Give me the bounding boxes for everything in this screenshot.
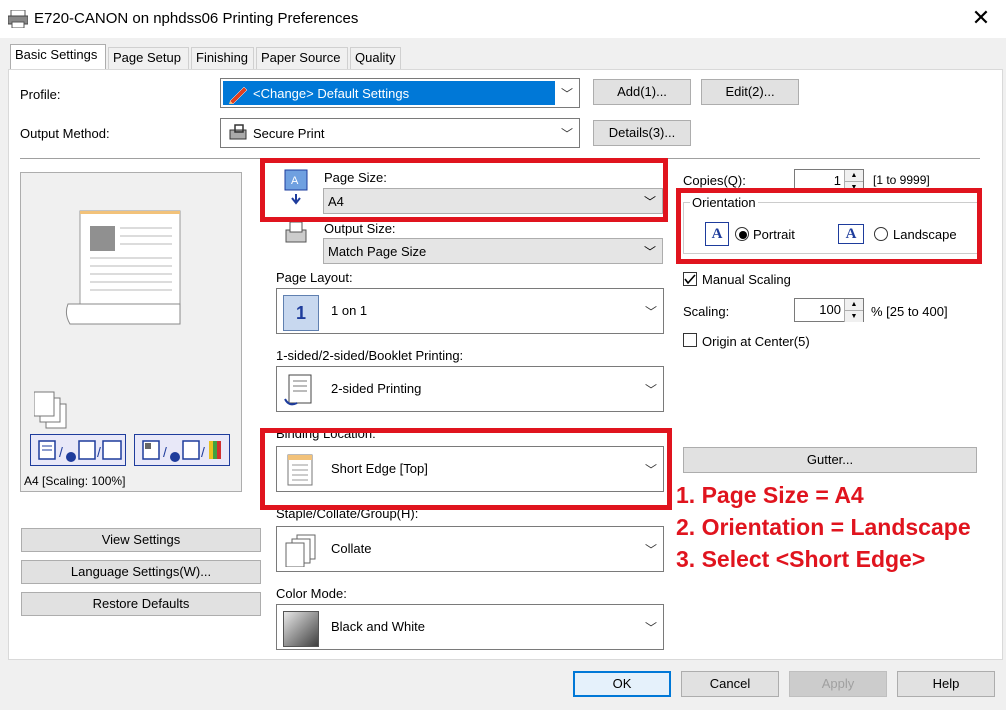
- page-preview-image: [65, 210, 181, 325]
- output-method-details-button[interactable]: Details(3)...: [593, 120, 691, 146]
- spin-up-icon[interactable]: ▲: [844, 170, 863, 181]
- scaling-stepper[interactable]: 100 ▲ ▼: [794, 298, 864, 322]
- gutter-button[interactable]: Gutter...: [683, 447, 977, 473]
- page-layout-icon: 1: [283, 295, 319, 331]
- ok-button[interactable]: OK: [573, 671, 671, 697]
- output-size-value: Match Page Size: [328, 244, 427, 259]
- scaling-range: % [25 to 400]: [871, 304, 948, 319]
- svg-text:/: /: [59, 444, 63, 460]
- sided-printing-value: 2-sided Printing: [331, 381, 422, 396]
- preview-status: A4 [Scaling: 100%]: [24, 474, 126, 488]
- collate-icon: [285, 534, 316, 567]
- two-sided-printing-icon: [284, 374, 312, 406]
- printer-icon: [8, 10, 28, 28]
- color-mode-label: Color Mode:: [276, 586, 347, 601]
- page-layout-value: 1 on 1: [331, 303, 368, 318]
- chevron-down-icon: ﹀: [643, 245, 656, 259]
- manual-scaling-label: Manual Scaling: [702, 272, 791, 287]
- checkmark-icon: [684, 274, 696, 285]
- tab-quality[interactable]: Quality: [350, 47, 401, 69]
- tab-basic-settings[interactable]: Basic Settings: [10, 44, 106, 70]
- cancel-button[interactable]: Cancel: [681, 671, 779, 697]
- language-settings-button[interactable]: Language Settings(W)...: [21, 560, 261, 584]
- svg-text:/: /: [163, 444, 167, 460]
- help-button[interactable]: Help: [897, 671, 995, 697]
- scaling-value: 100: [819, 302, 841, 317]
- chevron-down-icon: ﹀: [644, 383, 657, 397]
- profile-add-button[interactable]: Add(1)...: [593, 79, 691, 105]
- window-title: E720-CANON on nphdss06 Printing Preferen…: [34, 10, 359, 27]
- view-settings-button[interactable]: View Settings: [21, 528, 261, 552]
- close-icon[interactable]: ✕: [966, 4, 996, 32]
- color-mode-value: Black and White: [331, 619, 425, 634]
- tab-paper-source[interactable]: Paper Source: [256, 47, 348, 69]
- chevron-down-icon: ﹀: [560, 127, 573, 141]
- page-layout-select[interactable]: 1 1 on 1 ﹀: [276, 288, 664, 334]
- manual-scaling-checkbox[interactable]: [683, 272, 697, 286]
- tab-finishing[interactable]: Finishing: [191, 47, 254, 69]
- profile-edit-button[interactable]: Edit(2)...: [701, 79, 799, 105]
- output-size-icon: [285, 221, 307, 243]
- profile-label: Profile:: [20, 87, 61, 102]
- output-method-select[interactable]: Secure Print ﹀: [220, 118, 580, 148]
- annotation-step-3: 3. Select <Short Edge>: [676, 546, 926, 572]
- output-method-label: Output Method:: [20, 126, 110, 141]
- tab-page-setup[interactable]: Page Setup: [108, 47, 189, 69]
- annotation-step-2: 2. Orientation = Landscape: [676, 514, 971, 540]
- svg-text:/: /: [201, 444, 205, 460]
- apply-button[interactable]: Apply: [789, 671, 887, 697]
- sided-printing-select[interactable]: 2-sided Printing ﹀: [276, 366, 664, 412]
- color-preview-icon: / /: [134, 434, 230, 466]
- sided-printing-preview-icon: / /: [30, 434, 126, 466]
- copies-range: [1 to 9999]: [873, 173, 930, 187]
- binding-location-highlight: [260, 428, 672, 510]
- black-and-white-icon: [283, 611, 319, 647]
- sided-printing-label: 1-sided/2-sided/Booklet Printing:: [276, 348, 464, 363]
- page-size-highlight: [260, 158, 668, 222]
- orientation-highlight: [676, 188, 982, 264]
- staple-collate-select[interactable]: Collate ﹀: [276, 526, 664, 572]
- spin-up-icon[interactable]: ▲: [844, 299, 863, 310]
- pencil-icon: [229, 86, 248, 104]
- origin-at-center-label: Origin at Center(5): [702, 334, 810, 349]
- scaling-label: Scaling:: [683, 304, 730, 319]
- chevron-down-icon: ﹀: [644, 621, 657, 635]
- restore-defaults-button[interactable]: Restore Defaults: [21, 592, 261, 616]
- color-mode-select[interactable]: Black and White ﹀: [276, 604, 664, 650]
- secure-print-icon: [229, 124, 247, 140]
- svg-text:/: /: [97, 444, 101, 460]
- output-size-label: Output Size:: [324, 221, 396, 236]
- chevron-down-icon: ﹀: [560, 87, 573, 101]
- profile-value: <Change> Default Settings: [253, 86, 410, 101]
- annotation-step-1: 1. Page Size = A4: [676, 482, 864, 508]
- output-size-select[interactable]: Match Page Size ﹀: [323, 238, 663, 264]
- copies-label: Copies(Q):: [683, 173, 746, 188]
- origin-at-center-checkbox[interactable]: [683, 333, 697, 347]
- profile-select[interactable]: <Change> Default Settings ﹀: [220, 78, 580, 108]
- copies-stack-icon: [34, 391, 67, 429]
- spin-down-icon[interactable]: ▼: [844, 310, 863, 322]
- copies-value: 1: [833, 173, 841, 188]
- chevron-down-icon: ﹀: [644, 305, 657, 319]
- staple-collate-value: Collate: [331, 541, 372, 556]
- output-method-value: Secure Print: [253, 126, 325, 141]
- chevron-down-icon: ﹀: [644, 543, 657, 557]
- page-layout-label: Page Layout:: [276, 270, 353, 285]
